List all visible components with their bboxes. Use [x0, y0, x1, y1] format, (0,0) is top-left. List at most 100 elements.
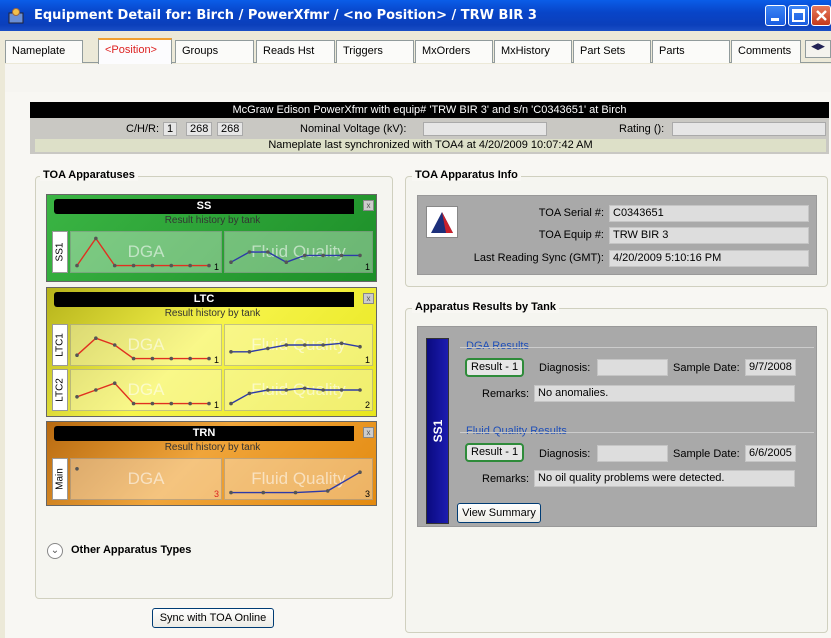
sync-toa-online-button[interactable]: Sync with TOA Online: [152, 608, 274, 628]
fq-data-point: [247, 250, 252, 254]
close-button[interactable]: [811, 5, 831, 26]
fq-mini-chart[interactable]: Fluid Quality 1: [224, 324, 373, 366]
tab-groups[interactable]: Groups: [175, 40, 254, 63]
fq-data-point: [321, 388, 325, 392]
tab-position[interactable]: <Position>: [98, 38, 172, 64]
fq-data-point: [325, 489, 330, 493]
fq-data-point: [229, 260, 233, 264]
fq-mini-chart[interactable]: Fluid Quality 3: [224, 458, 373, 500]
serial-label: TOA Serial #:: [538, 207, 604, 219]
apparatus-name: TRN: [54, 426, 354, 441]
fq-data-point: [358, 253, 362, 258]
tab-parts[interactable]: Parts: [652, 40, 730, 63]
fq-mini-chart[interactable]: Fluid Quality 1: [224, 231, 373, 273]
dga-mini-chart[interactable]: DGA 1: [70, 231, 222, 273]
dga-result-count: 1: [213, 355, 219, 365]
tank-row-main[interactable]: Main DGA 3 Fluid Quality 3: [52, 458, 373, 500]
tank-label-text: LTC1: [54, 333, 66, 357]
app-icon: [8, 8, 24, 24]
dga-result-count: 1: [213, 400, 219, 410]
dga-data-point: [131, 263, 136, 268]
tank-row-ltc1[interactable]: LTC1 DGA 1 Fluid Quality 1: [52, 324, 373, 366]
tab-mxorders[interactable]: MxOrders: [415, 40, 493, 63]
dga-data-point: [75, 353, 79, 357]
dga-data-point: [150, 356, 155, 361]
fq-result-button[interactable]: Result - 1: [465, 443, 525, 462]
fq-sample-value: 6/6/2005: [745, 445, 796, 462]
tab-triggers[interactable]: Triggers: [336, 40, 414, 63]
tank-row-ss1[interactable]: SS1 DGA 1 Fluid Quality 1: [52, 231, 373, 273]
dga-sparkline: [75, 467, 79, 471]
dga-data-point: [169, 401, 174, 406]
dga-sample-value: 9/7/2008: [745, 359, 796, 376]
apparatus-info-panel: TOA Serial #: C0343651 TOA Equip #: TRW …: [417, 195, 817, 275]
apparatus-info-title: TOA Apparatus Info: [412, 169, 521, 181]
voltage-value: [423, 122, 547, 136]
chevron-right-icon[interactable]: ▶: [818, 41, 825, 51]
tab-part-sets[interactable]: Part Sets: [573, 40, 651, 63]
dga-sparkline: [75, 336, 211, 361]
dga-diagnosis-label: Diagnosis:: [539, 362, 591, 374]
fq-data-point: [229, 490, 233, 495]
tab-nameplate[interactable]: Nameplate: [5, 40, 83, 63]
last-sync-value: 4/20/2009 5:10:16 PM: [609, 250, 809, 267]
tab-strip: Nameplate <Position> Groups Reads Hst Tr…: [5, 37, 831, 64]
fq-series-line: [231, 471, 361, 494]
maximize-button[interactable]: [788, 5, 809, 26]
dga-sparkline: [75, 381, 211, 406]
dga-remarks-label: Remarks:: [482, 388, 530, 400]
fq-data-point: [266, 388, 270, 392]
expand-other-button[interactable]: ⌄: [47, 543, 63, 559]
window-titlebar: Equipment Detail for: Birch / PowerXfmr …: [0, 0, 831, 31]
tab-comments[interactable]: Comments: [731, 40, 801, 63]
tab-mxhistory[interactable]: MxHistory: [494, 40, 572, 63]
fq-data-point: [302, 253, 307, 258]
dga-data-point: [94, 388, 98, 392]
dga-result-button[interactable]: Result - 1: [465, 358, 525, 377]
close-apparatus-button[interactable]: x: [363, 427, 374, 438]
close-apparatus-button[interactable]: x: [363, 293, 374, 304]
fq-results-heading: Fluid Quality Results: [466, 425, 567, 437]
fq-data-point: [284, 260, 289, 264]
fq-sparkline: [229, 470, 362, 495]
nameplate-summary: McGraw Edison PowerXfmr with equip# 'TRW…: [30, 102, 829, 154]
toa-logo-icon: [431, 212, 453, 233]
fq-mini-chart[interactable]: Fluid Quality 2: [224, 369, 373, 411]
dga-data-point: [150, 263, 155, 268]
dga-result-count: 1: [213, 262, 219, 272]
apparatus-panel-trn[interactable]: TRN x Result history by tank Main DGA 3 Fluid …: [46, 421, 377, 506]
close-apparatus-button[interactable]: x: [363, 200, 374, 211]
chevron-left-icon[interactable]: ◀: [811, 41, 818, 51]
dga-mini-chart[interactable]: DGA 1: [70, 324, 222, 366]
nameplate-header: McGraw Edison PowerXfmr with equip# 'TRW…: [30, 102, 829, 118]
dga-data-point: [188, 263, 192, 268]
dga-series-line: [76, 382, 209, 405]
fq-data-point: [358, 470, 362, 474]
results-panel: SS1 DGA Results Result - 1 Diagnosis: Sa…: [417, 326, 817, 527]
fq-data-point: [302, 343, 307, 347]
dga-mini-chart[interactable]: DGA 3: [70, 458, 222, 500]
dga-data-point: [75, 395, 79, 399]
view-summary-button[interactable]: View Summary: [457, 503, 541, 523]
apparatus-panel-ltc[interactable]: LTC x Result history by tank LTC1 DGA 1 Fluid …: [46, 287, 377, 417]
dga-data-point: [75, 263, 79, 268]
apparatus-name: LTC: [54, 292, 354, 307]
dga-result-count: 3: [213, 489, 219, 499]
tank-row-ltc2[interactable]: LTC2 DGA 1 Fluid Quality 2: [52, 369, 373, 411]
minimize-button[interactable]: [765, 5, 786, 26]
dga-mini-chart[interactable]: DGA 1: [70, 369, 222, 411]
fq-sparkline: [229, 341, 362, 354]
apparatus-panel-ss[interactable]: SS x Result history by tank SS1 DGA 1 Fluid Qu…: [46, 194, 377, 282]
fq-sparkline: [229, 386, 362, 406]
tab-scroll-buttons[interactable]: ◀▶: [805, 40, 831, 58]
other-apparatus-types[interactable]: Other Apparatus Types: [71, 544, 191, 556]
dga-data-point: [150, 401, 155, 406]
dga-series-line: [76, 337, 209, 360]
window-title: Equipment Detail for: Birch / PowerXfmr …: [34, 8, 537, 23]
fq-result-count: 1: [364, 262, 370, 272]
tab-reads-hst[interactable]: Reads Hst: [256, 40, 335, 63]
close-icon: [816, 10, 827, 21]
fq-remarks-value: No oil quality problems were detected.: [534, 470, 795, 487]
fq-remarks-label: Remarks:: [482, 473, 530, 485]
dga-remarks-value: No anomalies.: [534, 385, 795, 402]
